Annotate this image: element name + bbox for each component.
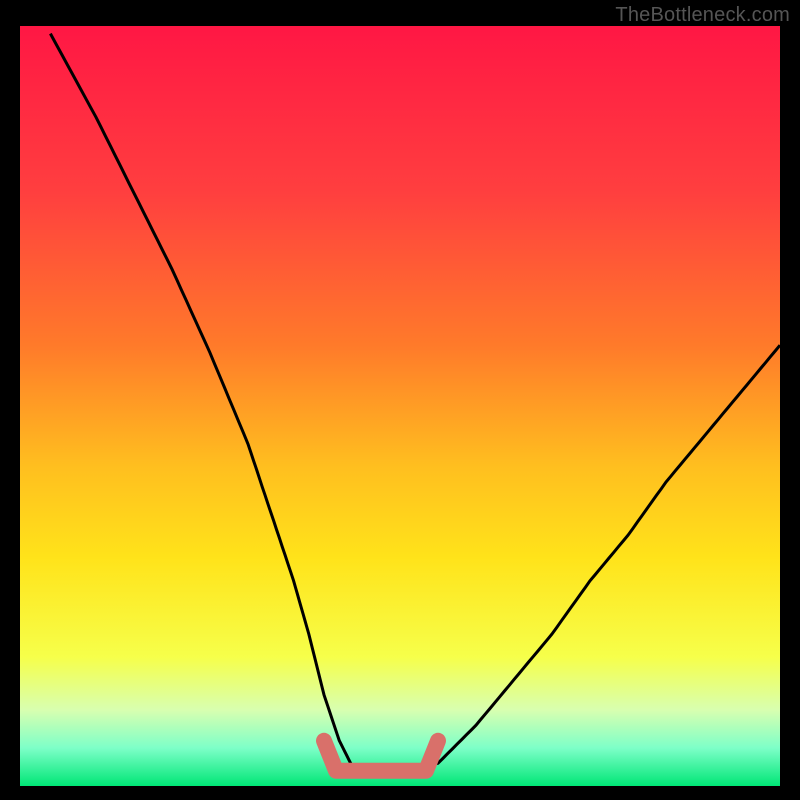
- watermark-text: TheBottleneck.com: [615, 4, 790, 27]
- bottleneck-chart: [20, 26, 780, 786]
- gradient-background: [20, 26, 780, 786]
- plot-area: [20, 26, 780, 786]
- chart-frame: TheBottleneck.com: [0, 0, 800, 800]
